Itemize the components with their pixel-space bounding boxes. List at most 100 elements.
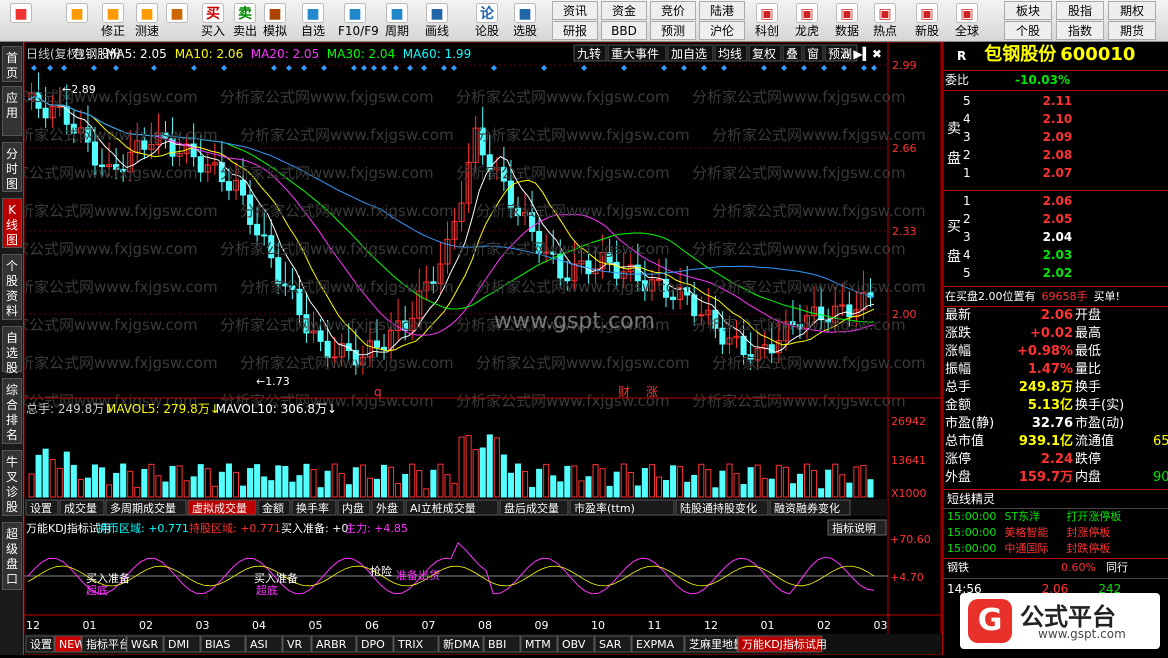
candle-body bbox=[254, 223, 261, 236]
buy-level[interactable]: 1 2.06 bbox=[963, 192, 1163, 210]
sector-peers[interactable]: 同行 bbox=[1106, 561, 1128, 574]
toolbar-right-grid-button[interactable]: 期货 bbox=[1108, 21, 1156, 40]
toolbar-grid-button[interactable]: 研报 bbox=[552, 21, 598, 40]
toolbar-grid-button[interactable]: 资金 bbox=[601, 1, 647, 20]
short-line-item[interactable]: 15:00:00 美格智能 封涨停板 bbox=[947, 525, 1168, 541]
toolbar-grid-button[interactable]: 陆港 bbox=[699, 1, 745, 20]
buy-level-num: 4 bbox=[963, 248, 971, 262]
volume-bar bbox=[451, 482, 458, 498]
volume-bar bbox=[423, 488, 430, 498]
tiger-button[interactable]: ▣ 龙虎 bbox=[788, 0, 826, 42]
vol-tick: 26942 bbox=[891, 415, 926, 428]
bottom-tab-label: 新DMA bbox=[443, 637, 480, 651]
event-diamond bbox=[491, 65, 497, 71]
gspt-logo: G 公式平台 www.gspt.com bbox=[960, 593, 1160, 649]
updown-button[interactable]: ■ 修正 bbox=[96, 0, 130, 42]
stat-label: 总手 bbox=[945, 380, 972, 395]
sell-button[interactable]: 卖卖出 bbox=[228, 0, 262, 42]
stat-value: 2.06 bbox=[1040, 308, 1073, 323]
volume-bar bbox=[839, 474, 846, 498]
windows-button[interactable]: ■ bbox=[4, 0, 38, 42]
buy-level[interactable]: 3 2.04 bbox=[963, 228, 1163, 246]
toolbar-right-grid-button[interactable]: 个股 bbox=[1004, 21, 1052, 40]
event-diamond bbox=[301, 65, 307, 71]
left-tab[interactable]: 应用 bbox=[2, 86, 22, 136]
pen-button[interactable]: ■ 画线 bbox=[420, 0, 454, 42]
kline-chart-area[interactable]: 日线(复权) 包钢股份 MA5: 2.05 MA10: 2.06 MA20: 2.05 M… bbox=[0, 41, 942, 655]
toolbar-grid-button[interactable]: BBD bbox=[601, 21, 647, 40]
back-arrow-button[interactable]: ■ bbox=[60, 0, 94, 42]
stat-value: 939.1亿 bbox=[1018, 434, 1073, 449]
left-tab[interactable]: 自选股 bbox=[2, 326, 22, 375]
volume-bar bbox=[282, 466, 289, 498]
kline-svg[interactable]: 日线(复权)包钢股份MA5: 2.05 MA10: 2.06 MA20: 2.05 M… bbox=[0, 41, 942, 655]
short-line-title[interactable]: 短线精灵 bbox=[947, 490, 995, 508]
f10-button[interactable]: ■ F10/F9 bbox=[338, 0, 379, 42]
cycle-button[interactable]: ■ 周期 bbox=[380, 0, 414, 42]
volume-bar bbox=[247, 468, 254, 498]
sell-level[interactable]: 2 2.08 bbox=[963, 146, 1163, 164]
top-button-label: 窗 bbox=[807, 47, 819, 61]
toolbar-label: 热点 bbox=[872, 24, 897, 38]
search-button[interactable]: ■ 选股 bbox=[508, 0, 542, 42]
talk-button[interactable]: 论论股 bbox=[470, 0, 504, 42]
event-diamond bbox=[351, 65, 357, 71]
chart-button[interactable]: ▣ 科创 bbox=[748, 0, 786, 42]
toolbar-grid-button[interactable]: 竞价 bbox=[650, 1, 696, 20]
stock-name: 包钢股份 bbox=[984, 44, 1057, 65]
toolbar-right-grid-button[interactable]: 板块 bbox=[1004, 1, 1052, 20]
sell-level[interactable]: 3 2.09 bbox=[963, 128, 1163, 146]
volume-bar bbox=[261, 476, 268, 498]
left-tab[interactable]: 分时图 bbox=[2, 142, 22, 192]
volume-bar bbox=[402, 473, 409, 498]
toolbar-right-grid-button[interactable]: 指数 bbox=[1056, 21, 1104, 40]
speed-button[interactable]: ■ 测速 bbox=[130, 0, 164, 42]
watermark-text: 分析家公式网www.fxjgsw.com bbox=[712, 354, 926, 372]
toolbar-grid-button[interactable]: 预测 bbox=[650, 21, 696, 40]
candle-body bbox=[56, 105, 63, 108]
sell-level[interactable]: 4 2.10 bbox=[963, 110, 1163, 128]
buy-level-num: 5 bbox=[963, 266, 971, 280]
volume-bar bbox=[91, 464, 98, 498]
newstock-button[interactable]: ▣ 新股 bbox=[908, 0, 946, 42]
buy-price: 2.04 bbox=[1042, 230, 1073, 244]
sell-level[interactable]: 1 2.07 bbox=[963, 164, 1163, 182]
star-button[interactable]: ■ 自选 bbox=[296, 0, 330, 42]
volume-bar bbox=[366, 477, 373, 498]
buy-level[interactable]: 5 2.02 bbox=[963, 264, 1163, 282]
volume-bar bbox=[606, 485, 613, 498]
news-time: 15:00:00 bbox=[947, 542, 997, 555]
volume-bar bbox=[867, 479, 874, 498]
pe-button[interactable]: ▣ 数据 bbox=[828, 0, 866, 42]
kdj-header-holdstock: 持股区域: +0.771 bbox=[189, 521, 281, 535]
left-tab[interactable]: 牛叉诊股 bbox=[2, 450, 22, 516]
left-tab[interactable]: 首页 bbox=[2, 46, 22, 82]
logo-g-icon: G bbox=[968, 599, 1012, 643]
clock-button[interactable]: ■ bbox=[160, 0, 194, 42]
hammer-button[interactable]: ■ 模拟 bbox=[258, 0, 292, 42]
left-tab[interactable]: 综合排名 bbox=[2, 378, 22, 444]
volume-bar bbox=[232, 471, 239, 498]
toolbar-right-grid-button[interactable]: 股指 bbox=[1056, 1, 1104, 20]
short-line-item[interactable]: 15:00:00 中通国际 封跌停板 bbox=[947, 541, 1168, 557]
left-tab[interactable]: 个股资料 bbox=[2, 254, 22, 320]
stat-value: 1.47% bbox=[1027, 362, 1073, 377]
globe-button[interactable]: ▣ 全球 bbox=[948, 0, 986, 42]
event-diamond bbox=[321, 65, 327, 71]
hot-icon: ▣ bbox=[874, 3, 896, 23]
short-line-item[interactable]: 15:00:00 ST东洋 打开涨停板 bbox=[947, 509, 1168, 525]
month-tick: 04 bbox=[252, 619, 266, 632]
left-tab[interactable]: 超级盘口 bbox=[2, 522, 22, 590]
volume-bar bbox=[670, 465, 677, 498]
hot-button[interactable]: ▣ 热点 bbox=[866, 0, 904, 42]
sell-level[interactable]: 5 2.11 bbox=[963, 92, 1163, 110]
toolbar-grid-button[interactable]: 沪伦 bbox=[699, 21, 745, 40]
buy-level[interactable]: 4 2.03 bbox=[963, 246, 1163, 264]
toolbar-grid-button[interactable]: 资讯 bbox=[552, 1, 598, 20]
mid-tab-label: 内盘 bbox=[342, 501, 364, 515]
buy-button[interactable]: 买买入 bbox=[196, 0, 230, 42]
event-diamond bbox=[441, 65, 447, 71]
buy-level[interactable]: 2 2.05 bbox=[963, 210, 1163, 228]
toolbar-right-grid-button[interactable]: 期权 bbox=[1108, 1, 1156, 20]
left-tab[interactable]: K线图 bbox=[2, 198, 22, 248]
